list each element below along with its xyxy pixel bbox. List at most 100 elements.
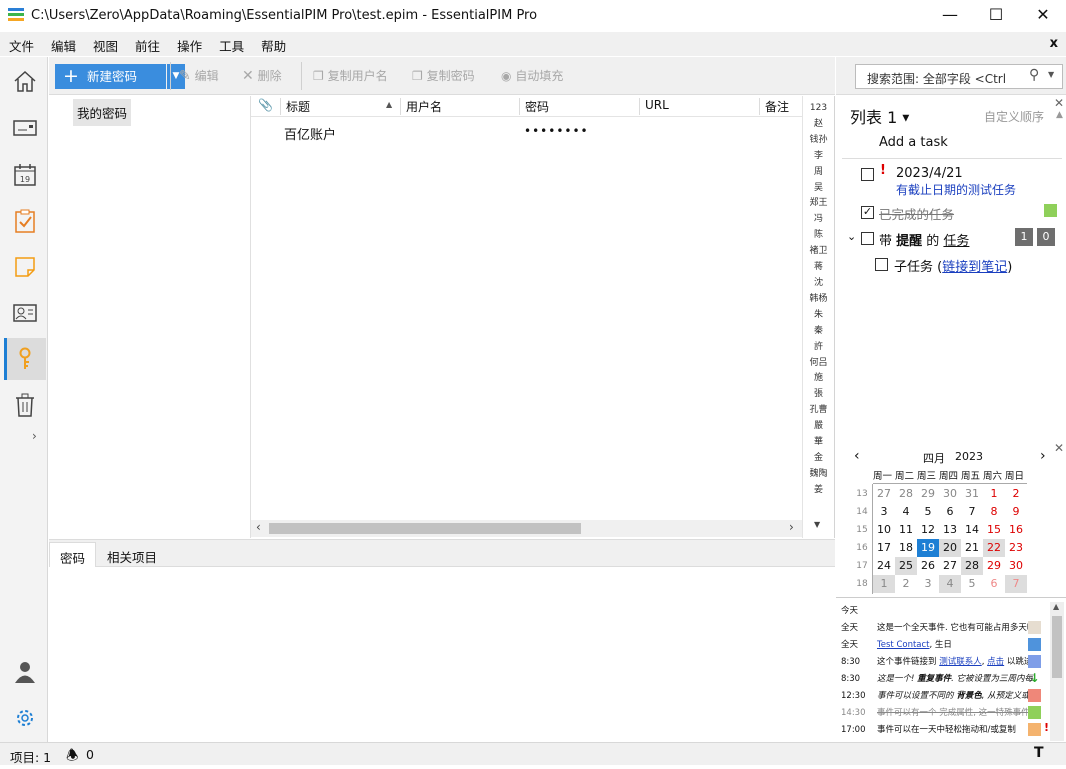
agenda-event[interactable]: 8:30 这个事件链接到 测试联系人, 点击 以跳进 <box>841 655 1041 668</box>
text-size-icon[interactable]: T <box>1034 745 1044 761</box>
task-list-selector[interactable]: 列表 1 ▼ <box>850 104 909 128</box>
calendar-day[interactable]: 31 <box>961 485 983 503</box>
pane-close-icon[interactable]: ✕ <box>1054 96 1064 110</box>
column-notes[interactable]: 备注 <box>760 98 802 115</box>
bell-icon[interactable]: 🕭 <box>66 745 79 769</box>
index-entry[interactable]: 李 <box>803 149 834 165</box>
expand-chevron-icon[interactable]: ⌄ <box>847 230 856 243</box>
column-url[interactable]: URL <box>640 98 760 115</box>
agenda-event[interactable]: 17:00 事件可以在一天中轻松拖动和/或复制! <box>841 721 1049 736</box>
scroll-up-icon[interactable]: ▲ <box>1053 602 1059 611</box>
calendar-day[interactable]: 11 <box>895 521 917 539</box>
calendar-day[interactable]: 28 <box>961 557 983 575</box>
index-entry[interactable]: 褚卫 <box>803 244 834 260</box>
chevron-right-icon[interactable]: › <box>32 429 37 443</box>
column-title[interactable]: 标题 ▲ <box>281 98 401 115</box>
calendar-day[interactable]: 2 <box>1005 485 1027 503</box>
calendar-day[interactable]: 16 <box>1005 521 1027 539</box>
calendar-day[interactable]: 15 <box>983 521 1005 539</box>
index-entry[interactable]: 123 <box>803 101 834 117</box>
calendar-day[interactable]: 12 <box>917 521 939 539</box>
agenda-event[interactable]: 全天 Test Contact, 生日 <box>841 638 1041 651</box>
index-entry[interactable]: 秦 <box>803 324 834 340</box>
calendar-icon[interactable]: 19 <box>4 154 46 196</box>
calendar-day[interactable]: 5 <box>917 503 939 521</box>
calendar-day[interactable]: 27 <box>873 485 895 503</box>
agenda-event[interactable]: 全天 这是一个全天事件. 它也有可能占用多天哦 <box>841 621 1041 634</box>
autofill-button[interactable]: ◉ 自动填充 <box>501 67 563 85</box>
edit-button[interactable]: ✎ 编辑 <box>179 67 219 85</box>
calendar-day[interactable]: 23 <box>1005 539 1027 557</box>
index-entry[interactable]: 赵 <box>803 117 834 133</box>
index-entry[interactable]: 金 <box>803 451 834 467</box>
calendar-day[interactable]: 13 <box>939 521 961 539</box>
delete-button[interactable]: ✕ 删除 <box>242 67 282 85</box>
contact-link[interactable]: Test Contact <box>877 640 930 650</box>
click-link[interactable]: 点击 <box>987 657 1004 667</box>
calendar-day[interactable]: 20 <box>939 539 961 557</box>
calendar-day[interactable]: 7 <box>1005 575 1027 593</box>
notes-icon[interactable] <box>4 246 46 288</box>
folder-my-passwords[interactable]: 我的密码 <box>73 99 132 126</box>
index-entry[interactable]: 何吕 <box>803 356 834 372</box>
task-title[interactable]: 有截止日期的测试任务 <box>896 181 1016 198</box>
user-account-icon[interactable] <box>4 651 46 693</box>
index-entry[interactable]: 韩杨 <box>803 292 834 308</box>
scrollbar-thumb[interactable] <box>1052 616 1062 678</box>
search-input[interactable]: 搜索范围: 全部字段 <Ctrl ⚲ ▼ <box>855 64 1063 89</box>
contact-link[interactable]: 测试联系人 <box>939 657 982 667</box>
index-entry[interactable]: 姜 <box>803 483 834 499</box>
agenda-event-completed[interactable]: 14:30 事件可以有一个 完成属性, 这一特殊事件已 <box>841 706 1041 719</box>
task-checkbox[interactable] <box>861 168 874 181</box>
index-entry[interactable]: 施 <box>803 371 834 387</box>
calendar-day[interactable]: 3 <box>917 575 939 593</box>
calendar-day[interactable]: 17 <box>873 539 895 557</box>
menu-edit[interactable]: 编辑 <box>42 32 84 55</box>
passwords-icon[interactable] <box>4 338 46 380</box>
calendar-year[interactable]: 2023 <box>955 450 983 463</box>
task-checkbox-checked[interactable]: ✓ <box>861 206 874 219</box>
index-entry[interactable]: 钱孙 <box>803 133 834 149</box>
task-title-completed[interactable]: 已完成的任务 <box>879 204 954 223</box>
index-entry[interactable]: 周 <box>803 165 834 181</box>
table-row[interactable]: 百亿账户 •••••••• <box>251 120 802 143</box>
index-scroll-down-icon[interactable]: ▼ <box>814 520 820 529</box>
close-button[interactable]: ✕ <box>1020 0 1066 32</box>
minimize-button[interactable]: — <box>927 0 973 32</box>
index-entry[interactable]: 許 <box>803 340 834 356</box>
calendar-close-icon[interactable]: ✕ <box>1054 441 1064 455</box>
calendar-day[interactable]: 5 <box>961 575 983 593</box>
agenda-event[interactable]: 8:30 这是一个! 重复事件. 它被设置为三周内每 ↓ <box>841 672 1040 684</box>
menu-tools[interactable]: 工具 <box>210 32 252 55</box>
custom-order-label[interactable]: 自定义顺序 <box>984 108 1044 125</box>
mail-icon[interactable] <box>4 107 46 149</box>
calendar-day[interactable]: 22 <box>983 539 1005 557</box>
calendar-day[interactable]: 19 <box>917 539 939 557</box>
calendar-day[interactable]: 28 <box>895 485 917 503</box>
menu-actions[interactable]: 操作 <box>168 32 210 55</box>
menu-help[interactable]: 帮助 <box>252 32 294 55</box>
calendar-day[interactable]: 29 <box>983 557 1005 575</box>
scroll-up-icon[interactable]: ▲ <box>1056 110 1063 120</box>
prev-month-icon[interactable]: ‹ <box>854 448 860 464</box>
calendar-day[interactable]: 30 <box>1005 557 1027 575</box>
search-icon[interactable]: ⚲ <box>1029 67 1039 83</box>
index-entry[interactable]: 張 <box>803 387 834 403</box>
menu-view[interactable]: 视图 <box>84 32 126 55</box>
copy-password-button[interactable]: ❐ 复制密码 <box>412 67 475 85</box>
tasks-icon[interactable] <box>4 200 46 242</box>
calendar-day[interactable]: 14 <box>961 521 983 539</box>
menu-go[interactable]: 前往 <box>126 32 168 55</box>
calendar-day[interactable]: 30 <box>939 485 961 503</box>
contacts-icon[interactable] <box>4 292 46 334</box>
subtask-checkbox[interactable] <box>875 258 888 271</box>
index-entry[interactable]: 郑王 <box>803 196 834 212</box>
close-doc-icon[interactable]: x <box>1050 36 1058 51</box>
calendar-day[interactable]: 24 <box>873 557 895 575</box>
calendar-day[interactable]: 8 <box>983 503 1005 521</box>
calendar-day[interactable]: 1 <box>983 485 1005 503</box>
menu-file[interactable]: 文件 <box>0 32 42 55</box>
agenda-event[interactable]: 12:30 事件可以设置不同的 背景色, 从预定义或自 <box>841 689 1041 702</box>
agenda-scrollbar[interactable]: ▲ <box>1050 602 1064 741</box>
scroll-right-icon[interactable]: › <box>789 520 794 534</box>
